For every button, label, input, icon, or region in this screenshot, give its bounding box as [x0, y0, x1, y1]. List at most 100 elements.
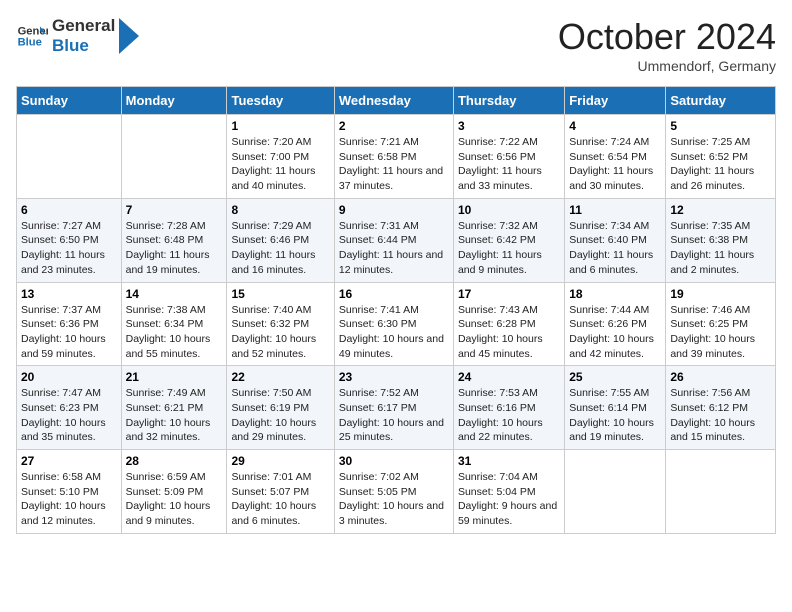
- calendar-cell: 29 Sunrise: 7:01 AM Sunset: 5:07 PM Dayli…: [227, 450, 334, 534]
- day-info: Sunrise: 7:38 AM Sunset: 6:34 PM Dayligh…: [126, 303, 223, 362]
- day-number: 5: [670, 119, 771, 133]
- day-info: Sunrise: 7:29 AM Sunset: 6:46 PM Dayligh…: [231, 219, 329, 278]
- calendar-cell: 23Sunrise: 7:52 AM Sunset: 6:17 PM Dayli…: [334, 366, 453, 450]
- day-number: 7: [126, 203, 223, 217]
- calendar-cell: 4 Sunrise: 7:24 AM Sunset: 6:54 PM Daylig…: [565, 115, 666, 199]
- weekday-header: Saturday: [666, 87, 776, 115]
- day-number: 10: [458, 203, 560, 217]
- calendar-cell: 22 Sunrise: 7:50 AM Sunset: 6:19 PM Dayli…: [227, 366, 334, 450]
- calendar-cell: 14Sunrise: 7:38 AM Sunset: 6:34 PM Dayli…: [121, 282, 227, 366]
- day-info: Sunrise: 7:31 AM Sunset: 6:44 PM Dayligh…: [339, 219, 449, 278]
- calendar-cell: 1 Sunrise: 7:20 AM Sunset: 7:00 PM Daylig…: [227, 115, 334, 199]
- calendar-cell: 24 Sunrise: 7:53 AM Sunset: 6:16 PM Dayli…: [453, 366, 564, 450]
- day-info: Sunrise: 7:21 AM Sunset: 6:58 PM Dayligh…: [339, 135, 449, 194]
- month-title: October 2024: [558, 16, 776, 58]
- day-info: Sunrise: 7:53 AM Sunset: 6:16 PM Dayligh…: [458, 386, 560, 445]
- logo-icon: General Blue: [16, 20, 48, 52]
- weekday-row: SundayMondayTuesdayWednesdayThursdayFrid…: [17, 87, 776, 115]
- day-info: Sunrise: 7:01 AM Sunset: 5:07 PM Dayligh…: [231, 470, 329, 529]
- calendar-cell: 6 Sunrise: 7:27 AM Sunset: 6:50 PM Daylig…: [17, 198, 122, 282]
- day-number: 11: [569, 203, 661, 217]
- calendar-week-row: 27Sunrise: 6:58 AM Sunset: 5:10 PM Dayli…: [17, 450, 776, 534]
- day-number: 29: [231, 454, 329, 468]
- calendar-table: SundayMondayTuesdayWednesdayThursdayFrid…: [16, 86, 776, 534]
- calendar-cell: [565, 450, 666, 534]
- svg-text:Blue: Blue: [18, 37, 42, 49]
- day-number: 1: [231, 119, 329, 133]
- day-info: Sunrise: 6:59 AM Sunset: 5:09 PM Dayligh…: [126, 470, 223, 529]
- calendar-cell: [666, 450, 776, 534]
- day-info: Sunrise: 7:32 AM Sunset: 6:42 PM Dayligh…: [458, 219, 560, 278]
- day-number: 24: [458, 370, 560, 384]
- day-info: Sunrise: 7:55 AM Sunset: 6:14 PM Dayligh…: [569, 386, 661, 445]
- calendar-week-row: 1 Sunrise: 7:20 AM Sunset: 7:00 PM Daylig…: [17, 115, 776, 199]
- day-info: Sunrise: 7:24 AM Sunset: 6:54 PM Dayligh…: [569, 135, 661, 194]
- day-number: 16: [339, 287, 449, 301]
- calendar-cell: 17 Sunrise: 7:43 AM Sunset: 6:28 PM Dayli…: [453, 282, 564, 366]
- day-info: Sunrise: 7:46 AM Sunset: 6:25 PM Dayligh…: [670, 303, 771, 362]
- calendar-cell: 20Sunrise: 7:47 AM Sunset: 6:23 PM Dayli…: [17, 366, 122, 450]
- logo-text-blue: Blue: [52, 36, 115, 56]
- page-header: General Blue General Blue October 2024 U…: [16, 16, 776, 74]
- weekday-header: Thursday: [453, 87, 564, 115]
- day-info: Sunrise: 7:56 AM Sunset: 6:12 PM Dayligh…: [670, 386, 771, 445]
- day-number: 21: [126, 370, 223, 384]
- calendar-cell: 3Sunrise: 7:22 AM Sunset: 6:56 PM Daylig…: [453, 115, 564, 199]
- calendar-header: SundayMondayTuesdayWednesdayThursdayFrid…: [17, 87, 776, 115]
- day-info: Sunrise: 7:40 AM Sunset: 6:32 PM Dayligh…: [231, 303, 329, 362]
- day-number: 26: [670, 370, 771, 384]
- day-info: Sunrise: 7:49 AM Sunset: 6:21 PM Dayligh…: [126, 386, 223, 445]
- day-number: 23: [339, 370, 449, 384]
- day-info: Sunrise: 7:37 AM Sunset: 6:36 PM Dayligh…: [21, 303, 117, 362]
- day-info: Sunrise: 7:04 AM Sunset: 5:04 PM Dayligh…: [458, 470, 560, 529]
- day-number: 17: [458, 287, 560, 301]
- day-info: Sunrise: 7:02 AM Sunset: 5:05 PM Dayligh…: [339, 470, 449, 529]
- weekday-header: Sunday: [17, 87, 122, 115]
- location: Ummendorf, Germany: [558, 58, 776, 74]
- day-info: Sunrise: 7:28 AM Sunset: 6:48 PM Dayligh…: [126, 219, 223, 278]
- calendar-body: 1 Sunrise: 7:20 AM Sunset: 7:00 PM Daylig…: [17, 115, 776, 534]
- calendar-cell: 26 Sunrise: 7:56 AM Sunset: 6:12 PM Dayli…: [666, 366, 776, 450]
- weekday-header: Tuesday: [227, 87, 334, 115]
- weekday-header: Monday: [121, 87, 227, 115]
- calendar-cell: 25Sunrise: 7:55 AM Sunset: 6:14 PM Dayli…: [565, 366, 666, 450]
- day-number: 19: [670, 287, 771, 301]
- day-info: Sunrise: 7:27 AM Sunset: 6:50 PM Dayligh…: [21, 219, 117, 278]
- day-number: 6: [21, 203, 117, 217]
- calendar-cell: 10 Sunrise: 7:32 AM Sunset: 6:42 PM Dayli…: [453, 198, 564, 282]
- calendar-cell: 13 Sunrise: 7:37 AM Sunset: 6:36 PM Dayli…: [17, 282, 122, 366]
- calendar-week-row: 6 Sunrise: 7:27 AM Sunset: 6:50 PM Daylig…: [17, 198, 776, 282]
- calendar-cell: 7 Sunrise: 7:28 AM Sunset: 6:48 PM Daylig…: [121, 198, 227, 282]
- logo: General Blue General Blue: [16, 16, 139, 57]
- day-number: 8: [231, 203, 329, 217]
- day-number: 12: [670, 203, 771, 217]
- calendar-cell: 5 Sunrise: 7:25 AM Sunset: 6:52 PM Daylig…: [666, 115, 776, 199]
- day-number: 4: [569, 119, 661, 133]
- day-number: 31: [458, 454, 560, 468]
- calendar-cell: 28 Sunrise: 6:59 AM Sunset: 5:09 PM Dayli…: [121, 450, 227, 534]
- weekday-header: Wednesday: [334, 87, 453, 115]
- day-number: 22: [231, 370, 329, 384]
- calendar-cell: 30 Sunrise: 7:02 AM Sunset: 5:05 PM Dayli…: [334, 450, 453, 534]
- day-info: Sunrise: 7:50 AM Sunset: 6:19 PM Dayligh…: [231, 386, 329, 445]
- calendar-cell: 9 Sunrise: 7:31 AM Sunset: 6:44 PM Daylig…: [334, 198, 453, 282]
- day-number: 18: [569, 287, 661, 301]
- day-number: 13: [21, 287, 117, 301]
- calendar-cell: 21 Sunrise: 7:49 AM Sunset: 6:21 PM Dayli…: [121, 366, 227, 450]
- weekday-header: Friday: [565, 87, 666, 115]
- calendar-cell: 19 Sunrise: 7:46 AM Sunset: 6:25 PM Dayli…: [666, 282, 776, 366]
- day-number: 30: [339, 454, 449, 468]
- calendar-cell: [17, 115, 122, 199]
- calendar-cell: 11Sunrise: 7:34 AM Sunset: 6:40 PM Dayli…: [565, 198, 666, 282]
- day-info: Sunrise: 7:20 AM Sunset: 7:00 PM Dayligh…: [231, 135, 329, 194]
- day-info: Sunrise: 7:22 AM Sunset: 6:56 PM Dayligh…: [458, 135, 560, 194]
- day-info: Sunrise: 7:25 AM Sunset: 6:52 PM Dayligh…: [670, 135, 771, 194]
- calendar-cell: 18Sunrise: 7:44 AM Sunset: 6:26 PM Dayli…: [565, 282, 666, 366]
- day-info: Sunrise: 7:43 AM Sunset: 6:28 PM Dayligh…: [458, 303, 560, 362]
- calendar-cell: [121, 115, 227, 199]
- calendar-cell: 2Sunrise: 7:21 AM Sunset: 6:58 PM Daylig…: [334, 115, 453, 199]
- day-number: 27: [21, 454, 117, 468]
- day-number: 9: [339, 203, 449, 217]
- logo-text-general: General: [52, 16, 115, 36]
- day-number: 28: [126, 454, 223, 468]
